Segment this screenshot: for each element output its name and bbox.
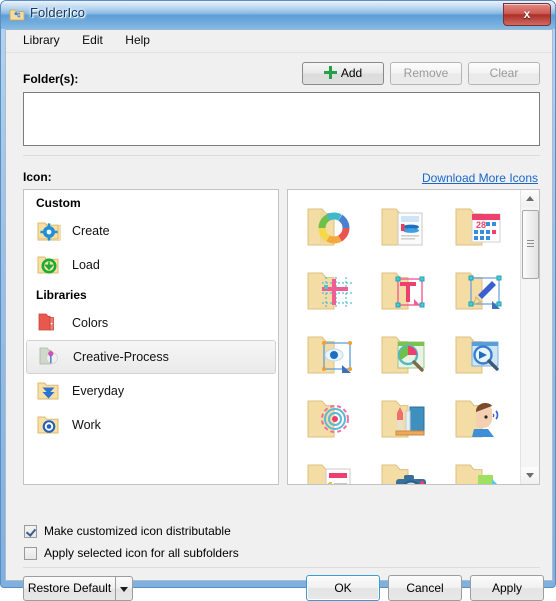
icon-grid: 28: [288, 190, 521, 484]
scrollbar-grip-icon: [527, 240, 534, 247]
icon-grid-item[interactable]: [370, 452, 444, 484]
library-group-header-libraries: Libraries: [36, 288, 87, 302]
icon-grid-item[interactable]: [370, 196, 444, 260]
add-button-label: Add: [340, 66, 363, 80]
window-title: FolderIco: [30, 5, 86, 20]
folder-red-icon: [36, 310, 62, 336]
plus-icon: [323, 65, 337, 79]
library-item-colors[interactable]: Colors: [24, 306, 278, 340]
triangle-down-icon: [526, 473, 534, 478]
restore-default-dropdown-button[interactable]: [115, 576, 133, 601]
make-distributable-checkbox[interactable]: [24, 524, 37, 538]
icon-label: Icon:: [23, 170, 52, 184]
library-item-work[interactable]: Work: [24, 408, 278, 442]
remove-button[interactable]: Remove: [390, 62, 462, 85]
folder-app-icon: [9, 7, 25, 23]
library-item-everyday[interactable]: Everyday: [24, 374, 278, 408]
svg-text:28: 28: [476, 220, 486, 230]
scroll-up-arrow-icon[interactable]: [521, 190, 538, 207]
library-panel[interactable]: Custom Create Load Libraries Colors Crea…: [23, 189, 279, 485]
apply-subfolders-checkbox[interactable]: [24, 546, 37, 560]
scroll-down-arrow-icon[interactable]: [521, 467, 538, 484]
library-item-label: Create: [72, 224, 110, 238]
folderico-window: FolderIco x Library Edit Help Folder(s):…: [0, 0, 556, 601]
library-item-label: Colors: [72, 316, 109, 330]
library-item-creative-process[interactable]: Creative-Process: [26, 340, 276, 374]
icon-grid-item[interactable]: [444, 324, 518, 388]
library-item-label: Work: [72, 418, 101, 432]
library-group-header-custom: Custom: [36, 196, 81, 210]
menu-item-help[interactable]: Help: [116, 30, 159, 50]
library-item-create[interactable]: Create: [24, 214, 278, 248]
ok-button[interactable]: OK: [306, 575, 380, 601]
clear-button[interactable]: Clear: [468, 62, 540, 85]
scrollbar-thumb[interactable]: [522, 210, 539, 279]
folders-list[interactable]: [23, 92, 540, 146]
icon-grid-item[interactable]: [370, 324, 444, 388]
icon-grid-item[interactable]: [296, 324, 370, 388]
add-button[interactable]: Add: [302, 62, 384, 85]
icon-grid-item[interactable]: [370, 388, 444, 452]
close-button[interactable]: x: [503, 3, 551, 26]
icon-grid-item[interactable]: 28: [444, 196, 518, 260]
separator-bottom: [23, 567, 540, 568]
menu-item-library[interactable]: Library: [14, 30, 69, 50]
triangle-up-icon: [526, 196, 534, 201]
download-more-icons-link[interactable]: Download More Icons: [422, 171, 538, 185]
make-distributable-row[interactable]: Make customized icon distributable: [24, 524, 231, 538]
folders-label: Folder(s):: [23, 72, 79, 86]
icon-grid-item[interactable]: [296, 196, 370, 260]
apply-subfolders-label: Apply selected icon for all subfolders: [44, 546, 239, 560]
folder-download-icon: [36, 252, 62, 278]
dialog-client-area: Library Edit Help Folder(s): Add Remove …: [5, 29, 553, 601]
menu-item-edit[interactable]: Edit: [73, 30, 112, 50]
library-item-label: Creative-Process: [73, 350, 169, 364]
folder-gear-icon: [36, 218, 62, 244]
menu-bar: Library Edit Help: [6, 30, 552, 53]
folder-gear-blue-icon: [36, 412, 62, 438]
make-distributable-label: Make customized icon distributable: [44, 524, 231, 538]
title-bar: FolderIco x: [1, 1, 555, 29]
icon-grid-item[interactable]: [296, 452, 370, 484]
apply-subfolders-row[interactable]: Apply selected icon for all subfolders: [24, 546, 239, 560]
library-item-label: Load: [72, 258, 100, 272]
cancel-button[interactable]: Cancel: [388, 575, 462, 601]
folder-blue-arrow-icon: [36, 378, 62, 404]
restore-default-button[interactable]: Restore Default: [23, 576, 115, 601]
folder-creative-icon: [37, 344, 63, 370]
apply-button[interactable]: Apply: [470, 575, 544, 601]
icon-grid-item[interactable]: [444, 388, 518, 452]
icon-grid-scrollbar[interactable]: [520, 190, 539, 484]
icon-grid-item[interactable]: [444, 260, 518, 324]
separator-top: [23, 155, 540, 156]
icon-grid-item[interactable]: [370, 260, 444, 324]
icon-grid-panel[interactable]: 28: [287, 189, 540, 485]
icon-grid-item[interactable]: [444, 452, 518, 484]
icon-grid-item[interactable]: [296, 260, 370, 324]
library-item-load[interactable]: Load: [24, 248, 278, 282]
icon-grid-item[interactable]: [296, 388, 370, 452]
library-item-label: Everyday: [72, 384, 125, 398]
